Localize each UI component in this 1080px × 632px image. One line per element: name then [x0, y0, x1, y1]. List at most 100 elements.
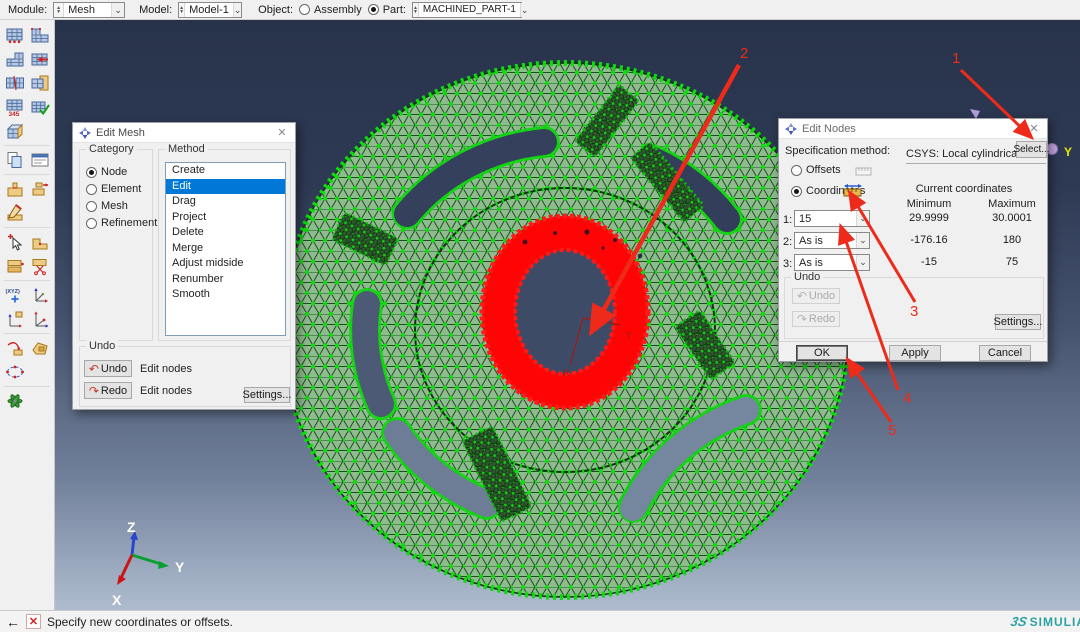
coord2-combo[interactable]: As is ⌄: [794, 232, 870, 249]
hook-icon[interactable]: [3, 337, 26, 360]
radio-icon[interactable]: [86, 166, 97, 178]
cube-icon[interactable]: [3, 120, 26, 143]
chevron-down-icon[interactable]: ⌄: [519, 2, 529, 17]
minimum-header: Minimum: [906, 198, 952, 210]
offsets-radio[interactable]: Offsets: [791, 164, 841, 176]
block-stack-icon[interactable]: [3, 255, 26, 278]
category-node-radio[interactable]: Node: [86, 166, 127, 178]
category-refinement-radio[interactable]: Refinement: [86, 217, 157, 229]
chevron-down-icon[interactable]: ⌄: [856, 211, 869, 226]
grid-arrow-icon[interactable]: [28, 48, 51, 71]
grid-split-icon[interactable]: [3, 72, 26, 95]
copy-icon[interactable]: [3, 149, 26, 172]
radio-icon[interactable]: [86, 217, 97, 229]
edit-nodes-dialog: Edit Nodes ✕ Specification method: CSYS:…: [778, 118, 1050, 362]
grid-345-icon[interactable]: 345: [3, 96, 26, 119]
object-part-radio[interactable]: Part:: [367, 4, 406, 16]
radio-icon[interactable]: [299, 4, 311, 15]
chevron-down-icon[interactable]: ⌄: [856, 233, 869, 248]
edit-nodes-titlebar[interactable]: Edit Nodes ✕: [779, 119, 1047, 139]
svg-text:(XYZ): (XYZ): [5, 289, 20, 295]
settings-button[interactable]: Settings...: [243, 387, 291, 403]
ok-button[interactable]: OK: [796, 345, 848, 361]
cancel-procedure-icon[interactable]: ✕: [26, 614, 41, 629]
category-element-radio[interactable]: Element: [86, 183, 141, 195]
apply-button[interactable]: Apply: [889, 345, 941, 361]
grid-dots-icon[interactable]: [3, 24, 26, 47]
grid-corner-icon[interactable]: [28, 24, 51, 47]
coord3-combo[interactable]: As is ⌄: [794, 254, 870, 271]
svg-text:Z: Z: [127, 519, 136, 535]
block-tee-icon[interactable]: [3, 178, 26, 201]
axis-part-icon[interactable]: [28, 308, 51, 331]
grid-step-icon[interactable]: [3, 48, 26, 71]
radio-icon[interactable]: [791, 164, 802, 176]
close-icon[interactable]: ✕: [1027, 122, 1041, 135]
edit-mesh-titlebar[interactable]: Edit Mesh ✕: [73, 123, 295, 143]
coord3-min: -15: [921, 256, 937, 268]
simulia-logo: 3S SIMULIA: [1009, 614, 1080, 629]
coord2-label: 2:: [783, 236, 793, 248]
method-item[interactable]: Project: [166, 210, 285, 226]
part-combo[interactable]: ▲ ▼ MACHINED_PART-1 ⌄: [411, 1, 529, 18]
chevron-down-icon[interactable]: ⌄: [856, 255, 869, 270]
undo-button[interactable]: ↶ Undo: [792, 288, 840, 304]
block-scissors-icon[interactable]: [28, 255, 51, 278]
coordinates-ruler-icon[interactable]: [843, 183, 863, 197]
block-pencil-icon[interactable]: [3, 202, 26, 225]
close-icon[interactable]: ✕: [275, 126, 289, 139]
method-item-selected[interactable]: Edit: [166, 178, 285, 194]
csys-label: CSYS: Local cylindrical: [906, 148, 1020, 160]
radio-icon[interactable]: [86, 200, 97, 212]
coord1-combo[interactable]: 15 ⌄: [794, 210, 870, 227]
module-combo[interactable]: ▲ ▼ Mesh ⌄: [53, 1, 126, 18]
grid-check-icon[interactable]: [28, 96, 51, 119]
cancel-button[interactable]: Cancel: [979, 345, 1031, 361]
turbine-icon[interactable]: [3, 390, 26, 413]
category-group: Category Node Element Mesh Refinement: [79, 143, 157, 341]
svg-text:Y: Y: [175, 559, 185, 575]
method-item[interactable]: Merge: [166, 241, 285, 257]
axis-edit-icon[interactable]: [3, 308, 26, 331]
method-item[interactable]: Drag: [166, 194, 285, 210]
method-item[interactable]: Create: [166, 163, 285, 179]
edit-mesh-dialog: Edit Mesh ✕ Category Node Element Mesh R…: [72, 122, 296, 410]
cursor-plus-icon[interactable]: [3, 231, 26, 254]
prompt-message: Specify new coordinates or offsets.: [47, 614, 233, 629]
csys-select-button[interactable]: Select...: [1013, 141, 1050, 158]
method-item[interactable]: Adjust midside: [166, 256, 285, 272]
chevron-down-icon[interactable]: ⌄: [111, 2, 125, 17]
circle-nodes-icon[interactable]: [3, 361, 26, 384]
prompt-bar: ← ✕ Specify new coordinates or offsets. …: [0, 610, 1080, 632]
redo-button[interactable]: ↷ Redo: [792, 311, 840, 327]
radio-icon[interactable]: [791, 185, 802, 197]
grid-book-icon[interactable]: [28, 72, 51, 95]
block-corner-icon[interactable]: [28, 231, 51, 254]
coord2-min: -176.16: [910, 234, 948, 246]
radio-icon[interactable]: [86, 183, 97, 195]
coord1-label: 1:: [783, 214, 793, 226]
object-assembly-radio[interactable]: Assembly: [299, 4, 362, 16]
axis-triad-icon[interactable]: [28, 284, 51, 307]
method-item[interactable]: Delete: [166, 225, 285, 241]
category-mesh-radio[interactable]: Mesh: [86, 200, 128, 212]
model-label: Model:: [139, 3, 173, 16]
viewport[interactable]: T R Y Z Y X Edit Mesh ✕ Category Node El…: [55, 20, 1080, 610]
xyz-point-icon[interactable]: (XYZ): [3, 284, 26, 307]
model-combo[interactable]: ▲ ▼ Model-1 ⌄: [178, 1, 243, 18]
method-item[interactable]: Renumber: [166, 272, 285, 288]
redo-button[interactable]: ↷ Redo: [84, 382, 132, 399]
block-offset-icon[interactable]: [28, 178, 51, 201]
mesh-toolbox: 345 (XYZ): [0, 20, 55, 610]
radio-icon[interactable]: [367, 4, 379, 15]
hand-block-icon[interactable]: [28, 337, 51, 360]
method-list[interactable]: Create Edit Drag Project Delete Merge Ad…: [165, 162, 286, 336]
previous-prompt-icon[interactable]: ←: [6, 614, 20, 630]
method-item[interactable]: Smooth: [166, 287, 285, 303]
chevron-down-icon[interactable]: ⌄: [232, 2, 242, 17]
form-icon[interactable]: [28, 149, 51, 172]
undo-button[interactable]: ↶ Undo: [84, 360, 132, 377]
coord3-label: 3:: [783, 258, 793, 270]
spinner-icon[interactable]: ▲ ▼: [54, 2, 65, 17]
settings-button[interactable]: Settings...: [994, 314, 1042, 330]
